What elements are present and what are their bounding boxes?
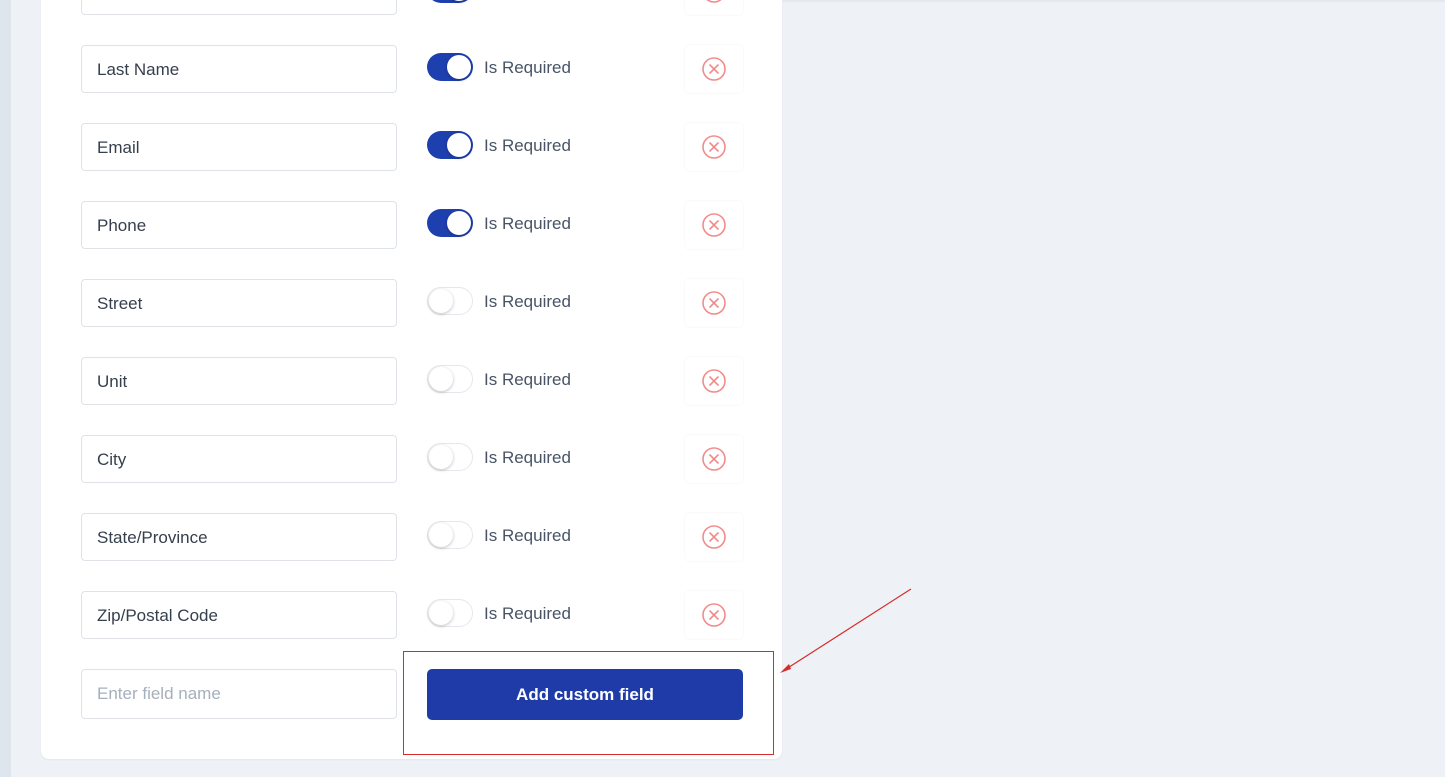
close-circle-icon bbox=[702, 135, 726, 159]
is-required-label: Is Required bbox=[484, 370, 571, 389]
remove-field-button[interactable] bbox=[685, 201, 743, 249]
is-required-label: Is Required bbox=[484, 214, 571, 233]
field-row: Unit Is Required bbox=[81, 357, 743, 405]
field-name-text: Phone bbox=[97, 216, 147, 235]
remove-field-button[interactable] bbox=[685, 45, 743, 93]
required-toggle[interactable] bbox=[427, 443, 473, 471]
required-toggle[interactable] bbox=[427, 0, 473, 3]
toggle-knob bbox=[429, 601, 453, 625]
close-circle-icon bbox=[702, 57, 726, 81]
field-name-text: State/Province bbox=[97, 528, 208, 547]
required-toggle[interactable] bbox=[427, 521, 473, 549]
close-circle-icon bbox=[702, 525, 726, 549]
remove-field-button[interactable] bbox=[685, 435, 743, 483]
field-row: Last Name Is Required bbox=[81, 45, 743, 93]
remove-field-button[interactable] bbox=[685, 513, 743, 561]
is-required-label: Is Required bbox=[484, 136, 571, 155]
toggle-knob bbox=[447, 55, 471, 79]
field-row: Zip/Postal Code Is Required bbox=[81, 591, 743, 639]
field-name-input[interactable]: State/Province bbox=[81, 513, 397, 561]
close-circle-icon bbox=[706, 0, 722, 3]
toggle-knob bbox=[429, 523, 453, 547]
field-name-text: City bbox=[97, 450, 127, 469]
field-name-input[interactable]: Street bbox=[81, 279, 397, 327]
annotation-highlight-box bbox=[403, 651, 774, 755]
close-circle-icon bbox=[702, 603, 726, 627]
field-name-input[interactable]: City bbox=[81, 435, 397, 483]
toggle-knob bbox=[447, 0, 471, 1]
field-name-input[interactable]: Unit bbox=[81, 357, 397, 405]
required-toggle[interactable] bbox=[427, 53, 473, 81]
close-circle-icon bbox=[702, 291, 726, 315]
field-row: City Is Required bbox=[81, 435, 743, 483]
remove-field-button[interactable] bbox=[685, 357, 743, 405]
close-circle-icon bbox=[702, 213, 726, 237]
field-name-input[interactable]: Phone bbox=[81, 201, 397, 249]
close-circle-icon bbox=[702, 447, 726, 471]
required-toggle[interactable] bbox=[427, 599, 473, 627]
is-required-label: Is Required bbox=[484, 526, 571, 545]
field-name-text: Unit bbox=[97, 372, 128, 391]
field-name-input[interactable] bbox=[81, 0, 397, 15]
field-name-input[interactable]: Email bbox=[81, 123, 397, 171]
toggle-knob bbox=[429, 289, 453, 313]
remove-field-button[interactable] bbox=[685, 0, 743, 15]
remove-field-button[interactable] bbox=[685, 591, 743, 639]
field-name-text: Zip/Postal Code bbox=[97, 606, 218, 625]
is-required-label: Is Required bbox=[484, 448, 571, 467]
new-field-name-input[interactable] bbox=[81, 669, 397, 719]
is-required-label: Is Required bbox=[484, 604, 571, 623]
remove-field-button[interactable] bbox=[685, 279, 743, 327]
field-name-input[interactable]: Zip/Postal Code bbox=[81, 591, 397, 639]
required-toggle[interactable] bbox=[427, 287, 473, 315]
field-name-text: Last Name bbox=[97, 60, 180, 79]
field-row: Street Is Required bbox=[81, 279, 743, 327]
left-strip bbox=[0, 0, 11, 777]
field-row: Email Is Required bbox=[81, 123, 743, 171]
field-name-text: Street bbox=[97, 294, 143, 313]
remove-field-button[interactable] bbox=[685, 123, 743, 171]
toggle-knob bbox=[447, 211, 471, 235]
field-row: Is Required bbox=[81, 0, 743, 15]
required-toggle[interactable] bbox=[427, 131, 473, 159]
field-row: State/Province Is Required bbox=[81, 513, 743, 561]
top-shade bbox=[783, 0, 1445, 3]
close-circle-icon bbox=[702, 369, 726, 393]
annotation-arrow-icon bbox=[780, 588, 912, 673]
toggle-knob bbox=[429, 445, 453, 469]
toggle-knob bbox=[429, 367, 453, 391]
field-name-text: Email bbox=[97, 138, 140, 157]
is-required-label: Is Required bbox=[484, 292, 571, 311]
field-row: Phone Is Required bbox=[81, 201, 743, 249]
is-required-label: Is Required bbox=[484, 58, 571, 77]
field-name-input[interactable]: Last Name bbox=[81, 45, 397, 93]
toggle-knob bbox=[447, 133, 471, 157]
required-toggle[interactable] bbox=[427, 209, 473, 237]
required-toggle[interactable] bbox=[427, 365, 473, 393]
